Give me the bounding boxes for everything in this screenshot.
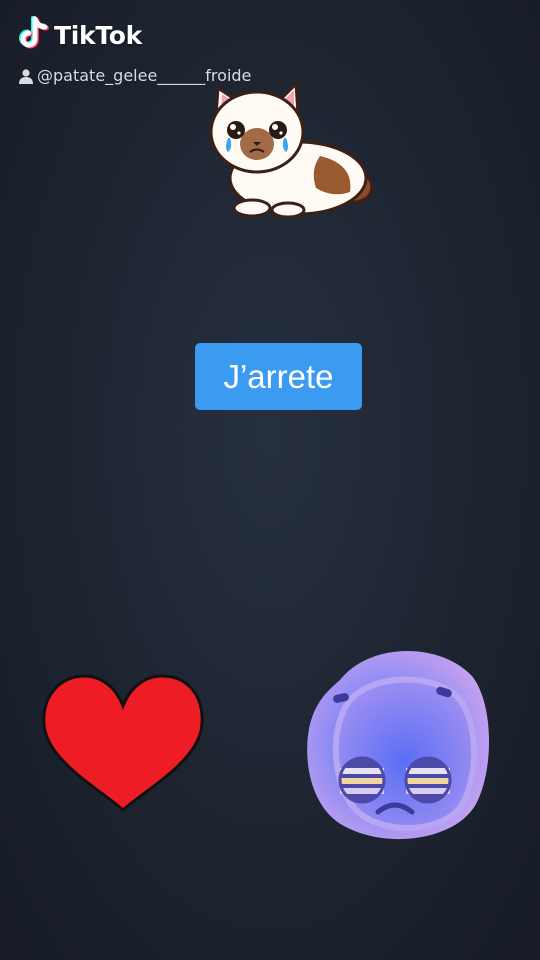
- person-icon: [19, 68, 33, 84]
- crying-cat-sticker: [209, 82, 374, 219]
- tiktok-watermark: TikTok @patate_gelee______froide: [14, 16, 251, 85]
- tiktok-note-icon: [19, 16, 49, 49]
- video-frame: TikTok @patate_gelee______froide J’arret…: [0, 0, 540, 960]
- tiktok-brand-label: TikTok: [54, 20, 142, 50]
- tiktok-logo: TikTok: [14, 16, 142, 54]
- sad-purple-blob-sticker: [307, 650, 490, 840]
- caption-label: J’arrete: [195, 343, 362, 410]
- caption-text: J’arrete: [223, 357, 334, 395]
- red-heart-sticker: [42, 674, 204, 812]
